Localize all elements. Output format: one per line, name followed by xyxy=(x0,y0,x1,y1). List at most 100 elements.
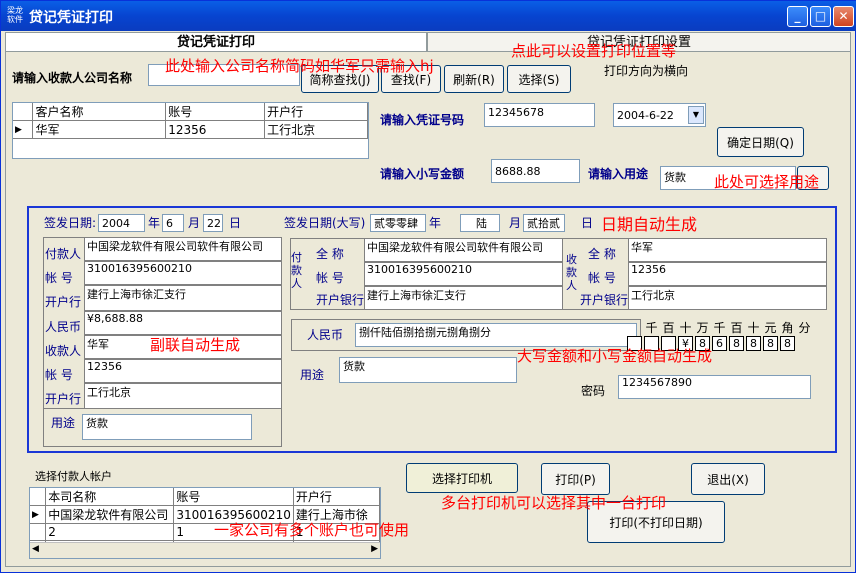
stub-recv-bank[interactable]: 工行北京 xyxy=(84,383,282,409)
password-label: 密码 xyxy=(581,384,606,398)
voucher-no-input[interactable]: 12345678 xyxy=(484,103,595,127)
print-button[interactable]: 打印(P) xyxy=(541,463,610,495)
issue-date-label: 签发日期: xyxy=(44,216,97,230)
confirm-date-button[interactable]: 确定日期(Q) xyxy=(717,127,804,157)
horizontal-scrollbar[interactable]: ◀ ▶ xyxy=(30,542,380,558)
amount-input[interactable]: 8688.88 xyxy=(491,159,580,183)
digit-header: 百 xyxy=(662,321,675,335)
payer-bank[interactable]: 建行上海市徐汇支行 xyxy=(364,286,563,310)
payer-side-label: 付款人 xyxy=(291,251,302,290)
scroll-right-icon[interactable]: ▶ xyxy=(371,544,378,554)
stub-recv-account[interactable]: 12356 xyxy=(84,359,282,383)
stub-recv-bank-label: 开户行 xyxy=(45,392,82,406)
recv-account[interactable]: 12356 xyxy=(628,262,827,286)
grid-header[interactable]: 账号 xyxy=(165,103,266,121)
digit-header: 万 xyxy=(696,321,709,335)
digit-header: 十 xyxy=(679,321,692,335)
date-picker[interactable]: 2004-6-22 ▼ xyxy=(613,103,706,127)
payer-account[interactable]: 310016395600210 xyxy=(364,262,563,286)
company-label: 请输入收款人公司名称 xyxy=(12,71,133,85)
recv-bank[interactable]: 工行北京 xyxy=(628,286,827,310)
digit-header: 千 xyxy=(713,321,726,335)
stub-purpose-field[interactable]: 货款 xyxy=(82,414,252,440)
stub-payer-account-label: 帐 号 xyxy=(45,271,73,285)
main-window: 梁龙软件 贷记凭证打印 _ □ ✕ 贷记凭证打印 贷记凭证打印设置 请输入收款人… xyxy=(0,0,856,573)
year-cap-unit: 年 xyxy=(429,216,442,230)
exit-button[interactable]: 退出(X) xyxy=(691,463,765,495)
year-field[interactable]: 2004 xyxy=(98,214,145,232)
annotation-accounts-hint: 一家公司有多个账户也可使用 xyxy=(214,521,410,539)
digit-header: 分 xyxy=(798,321,811,335)
grid-cell[interactable]: 中国梁龙软件有限公司 xyxy=(45,505,175,524)
annotation-company-hint: 此处输入公司名称简码如华军只需输入hj xyxy=(165,57,434,75)
grid-header[interactable]: 开户行 xyxy=(292,488,380,506)
recv-bank-label: 开户银行 xyxy=(580,293,629,307)
chevron-down-icon[interactable]: ▼ xyxy=(688,106,704,124)
stub-purpose-label: 用途 xyxy=(51,416,76,430)
rmb-cap-field[interactable]: 捌仟陆佰捌拾捌元捌角捌分 xyxy=(355,323,637,347)
window-title: 贷记凭证打印 xyxy=(29,10,113,26)
month-field[interactable]: 6 xyxy=(162,214,184,232)
close-button[interactable]: ✕ xyxy=(833,6,854,27)
print-direction-text: 打印方向为横向 xyxy=(604,64,689,78)
payer-fullname[interactable]: 中国梁龙软件有限公司软件有限公司 xyxy=(364,238,563,262)
day-field[interactable]: 22 xyxy=(203,214,223,232)
stub-payer-label: 付款人 xyxy=(45,247,82,261)
minimize-button[interactable]: _ xyxy=(787,6,808,27)
customer-grid[interactable]: 客户名称 账号 开户行 ▶ 华军 12356 工行北京 xyxy=(12,102,369,159)
rmb-cap-label: 人民币 xyxy=(307,328,344,342)
day-cap-field[interactable]: 贰拾贰 xyxy=(523,214,565,232)
month-cap-field[interactable]: 陆 xyxy=(460,214,500,232)
grid-header[interactable]: 客户名称 xyxy=(32,103,167,121)
annotation-printer-hint: 多台打印机可以选择其中一台打印 xyxy=(441,494,667,512)
digit-cell: 8 xyxy=(763,336,778,351)
stub-payer-bank[interactable]: 建行上海市徐汇支行 xyxy=(84,285,282,311)
voucher-no-label: 请输入凭证号码 xyxy=(380,113,465,127)
stub-payer-account[interactable]: 310016395600210 xyxy=(84,261,282,285)
row-pointer-icon: ▶ xyxy=(30,505,47,524)
maximize-button[interactable]: □ xyxy=(810,6,831,27)
grid-cell[interactable]: 工行北京 xyxy=(264,120,368,139)
select-printer-button[interactable]: 选择打印机 xyxy=(406,463,518,493)
annotation-settings-hint: 点此可以设置打印位置等 xyxy=(511,42,677,60)
recv-account-label: 帐 号 xyxy=(588,271,616,285)
year-cap-field[interactable]: 贰零零肆 xyxy=(370,214,426,232)
stub-rmb-label: 人民币 xyxy=(45,320,82,334)
digit-header: 十 xyxy=(747,321,760,335)
app-logo-icon: 梁龙软件 xyxy=(7,6,23,24)
issue-date-cap-label: 签发日期(大写) xyxy=(284,216,366,230)
stub-recv-account-label: 帐 号 xyxy=(45,368,73,382)
digit-header: 元 xyxy=(764,321,777,335)
title-bar[interactable]: 梁龙软件 贷记凭证打印 _ □ ✕ xyxy=(1,1,856,31)
recv-fullname[interactable]: 华军 xyxy=(628,238,827,262)
tab-print[interactable]: 贷记凭证打印 xyxy=(5,32,427,52)
stub-payer-name[interactable]: 中国梁龙软件有限公司软件有限公司 xyxy=(84,237,282,261)
purpose-label: 请输入用途 xyxy=(588,167,649,181)
grid-cell[interactable]: 华军 xyxy=(32,120,167,139)
stub-recv-label: 收款人 xyxy=(45,344,82,358)
select-account-label: 选择付款人帐户 xyxy=(35,470,112,483)
payer-bank-label: 开户银行 xyxy=(316,293,365,307)
recv-side-label: 收款人 xyxy=(566,253,577,292)
annotation-date-hint: 日期自动生成 xyxy=(601,215,698,234)
month-cap-unit: 月 xyxy=(509,216,522,230)
refresh-button[interactable]: 刷新(R) xyxy=(444,65,504,93)
stub-rmb-amount[interactable]: ¥8,688.88 xyxy=(84,311,282,335)
year-unit: 年 xyxy=(148,216,161,230)
digit-cell: 8 xyxy=(746,336,761,351)
amount-label: 请输入小写金额 xyxy=(380,167,465,181)
grid-cell[interactable]: 12356 xyxy=(165,120,266,139)
grid-cell[interactable]: 2 xyxy=(45,523,175,541)
recv-fullname-label: 全 称 xyxy=(588,247,616,261)
payer-account-label: 帐 号 xyxy=(316,271,344,285)
password-field[interactable]: 1234567890 xyxy=(618,375,811,399)
grid-header[interactable]: 账号 xyxy=(173,488,294,506)
scroll-left-icon[interactable]: ◀ xyxy=(32,544,39,554)
purpose2-field[interactable]: 货款 xyxy=(339,357,517,383)
digit-cell: 8 xyxy=(729,336,744,351)
grid-header[interactable]: 开户行 xyxy=(264,103,368,121)
grid-header[interactable]: 本司名称 xyxy=(45,488,175,506)
table-row[interactable]: ▶ 华军 12356 工行北京 xyxy=(13,120,368,139)
select-button[interactable]: 选择(S) xyxy=(507,65,571,93)
digit-header: 千 xyxy=(645,321,658,335)
